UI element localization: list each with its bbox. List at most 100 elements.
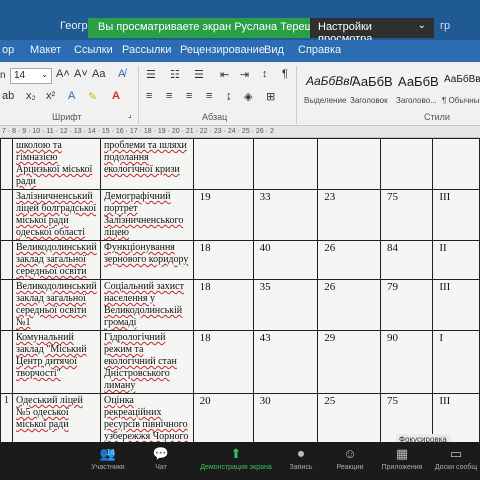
school-cell: школою та гімназією Арцизької міської ра…: [12, 138, 101, 190]
score-cell: 29: [317, 330, 381, 394]
place-cell: I: [432, 330, 480, 394]
record-icon: ⏺: [297, 446, 305, 461]
topic-cell-text: Функціонування зернового коридору: [103, 242, 189, 265]
numbering-icon[interactable]: ☷: [170, 68, 180, 81]
tab-design[interactable]: ор: [2, 44, 14, 56]
place-cell-text: II: [439, 242, 447, 254]
group-styles-label: Стили: [424, 112, 450, 122]
score-cell-text: 19: [199, 191, 211, 203]
borders-icon[interactable]: ⊞: [266, 90, 275, 103]
table-row: Великодолинський заклад загальної середн…: [0, 240, 480, 280]
style-emphasis[interactable]: АаБбВвГ Выделение: [302, 66, 356, 106]
document-area[interactable]: школою та гімназією Арцизької міської ра…: [0, 138, 480, 442]
style-name: ¶ Обычный: [442, 96, 480, 105]
shrink-font-icon[interactable]: A˅: [74, 68, 88, 80]
ribbon: n 14 ⌄ A˄ A˅ Aa A̸ ab x₂ x² A ✎ A Шрифт …: [0, 62, 480, 126]
text-effects-icon[interactable]: A: [68, 90, 75, 102]
shading-icon[interactable]: ◈: [244, 90, 252, 103]
reactions-button[interactable]: ☺ Реакции: [330, 444, 370, 471]
total-cell: 84: [379, 240, 434, 280]
document-page: школою та гімназією Арцизької міської ра…: [0, 138, 480, 442]
multilevel-list-icon[interactable]: ☰: [194, 68, 204, 81]
change-case-icon[interactable]: Aa: [92, 68, 105, 80]
highlight-icon[interactable]: ✎: [88, 90, 97, 103]
record-label: Запись: [289, 464, 313, 471]
score-cell-text: 33: [259, 191, 271, 203]
tab-layout[interactable]: Макет: [30, 44, 61, 56]
score-cell: 33: [252, 189, 319, 241]
record-button[interactable]: ⏺ Запись: [284, 444, 318, 471]
justify-icon[interactable]: ≡: [206, 90, 212, 102]
subscript-icon[interactable]: x₂: [26, 90, 36, 102]
total-cell: [379, 138, 434, 190]
topic-cell: Демографічний портрет Залізничненського …: [99, 189, 194, 241]
total-cell-text: 79: [387, 281, 398, 293]
clear-format-icon[interactable]: A̸: [118, 68, 125, 80]
score-cell-text: 29: [324, 332, 336, 344]
place-cell: II: [432, 240, 480, 280]
score-cell: 43: [252, 330, 319, 394]
score-cell: 26: [317, 279, 381, 331]
total-cell: 75: [379, 189, 434, 241]
tab-view[interactable]: Вид: [264, 44, 284, 56]
apps-button[interactable]: ▦ Приложения: [376, 444, 428, 471]
row-index-cell: 1: [0, 393, 13, 442]
superscript-icon[interactable]: x²: [46, 90, 55, 102]
view-options-button[interactable]: Настройки просмотра ⌄: [310, 18, 434, 45]
score-cell: [192, 138, 254, 190]
place-cell-text: I: [439, 332, 443, 344]
table-row: Комунальний заклад "Міський Центр дитячо…: [0, 330, 480, 394]
table-row: Великодолинський заклад загальної середн…: [0, 279, 480, 331]
font-size-select[interactable]: 14 ⌄: [10, 68, 52, 84]
decrease-indent-icon[interactable]: ⇤: [220, 68, 229, 81]
topic-cell-text: Демографічний портрет Залізничненського …: [103, 191, 184, 238]
style-heading[interactable]: АаБбВ Заголовок: [350, 66, 400, 106]
score-cell: 18: [192, 279, 254, 331]
strikethrough-icon[interactable]: ab: [2, 90, 14, 102]
align-left-icon[interactable]: ≡: [146, 90, 152, 102]
sort-icon[interactable]: ↕: [262, 68, 268, 80]
topic-cell-text: Гідрологічний режим та екологічний стан …: [103, 332, 177, 391]
score-cell-text: 30: [259, 395, 271, 407]
group-paragraph-label: Абзац: [202, 112, 228, 122]
reactions-icon: ☺: [343, 446, 357, 461]
line-spacing-icon[interactable]: ↨: [226, 90, 232, 102]
school-cell: Комунальний заклад "Міський Центр дитячо…: [12, 330, 101, 394]
tab-review[interactable]: Рецензирование: [180, 44, 265, 56]
score-cell: 30: [252, 393, 319, 442]
font-color-icon[interactable]: A: [112, 90, 120, 102]
row-index-cell: [0, 279, 13, 331]
school-cell: Великодолинський заклад загальної середн…: [12, 240, 101, 280]
horizontal-ruler: 7 · 8 · 9 · 10 · 11 · 12 · 13 · 14 · 15 …: [0, 126, 480, 138]
school-cell-text: Великодолинський заклад загальної середн…: [16, 242, 97, 277]
participants-label: Участники: [91, 464, 125, 471]
score-cell-text: 18: [199, 281, 211, 293]
bullets-icon[interactable]: ☰: [146, 68, 156, 81]
chat-button[interactable]: 💬 Чат: [146, 444, 176, 471]
increase-indent-icon[interactable]: ⇥: [240, 68, 249, 81]
row-index-cell: [0, 330, 13, 394]
tab-help[interactable]: Справка: [298, 44, 341, 56]
show-marks-icon[interactable]: ¶: [282, 68, 288, 80]
screen-share-button[interactable]: ⬆ Демонстрация экрана: [194, 444, 278, 471]
chevron-down-icon: ⌄: [41, 70, 48, 79]
zoom-toolbar: 👥 Участники 💬 Чат ⬆ Демонстрация экрана …: [0, 442, 480, 480]
dialog-launcher-icon[interactable]: ⌟: [128, 110, 132, 119]
place-cell-text: III: [439, 281, 451, 293]
align-right-icon[interactable]: ≡: [186, 90, 192, 102]
score-cell: 20: [192, 393, 254, 442]
whiteboard-button[interactable]: ▭ Доски сообщ: [432, 444, 480, 471]
style-normal[interactable]: АаБбВвГ ¶ Обычный: [442, 66, 480, 106]
tab-mailings[interactable]: Рассылки: [122, 44, 171, 56]
align-center-icon[interactable]: ≡: [166, 90, 172, 102]
style-heading-2[interactable]: АаБбВ Заголово...: [396, 66, 446, 106]
row-index-cell-text: 1: [4, 395, 9, 406]
screen-share-banner: Вы просматриваете экран Руслана Терещенк…: [88, 18, 347, 38]
style-name: Выделение: [304, 96, 347, 105]
total-cell-text: 84: [387, 242, 398, 254]
results-table: школою та гімназією Арцизької міської ра…: [0, 138, 480, 442]
place-cell-text: III: [439, 395, 451, 407]
tab-references[interactable]: Ссылки: [74, 44, 113, 56]
grow-font-icon[interactable]: A˄: [56, 68, 70, 80]
total-cell-text: 90: [387, 332, 398, 344]
